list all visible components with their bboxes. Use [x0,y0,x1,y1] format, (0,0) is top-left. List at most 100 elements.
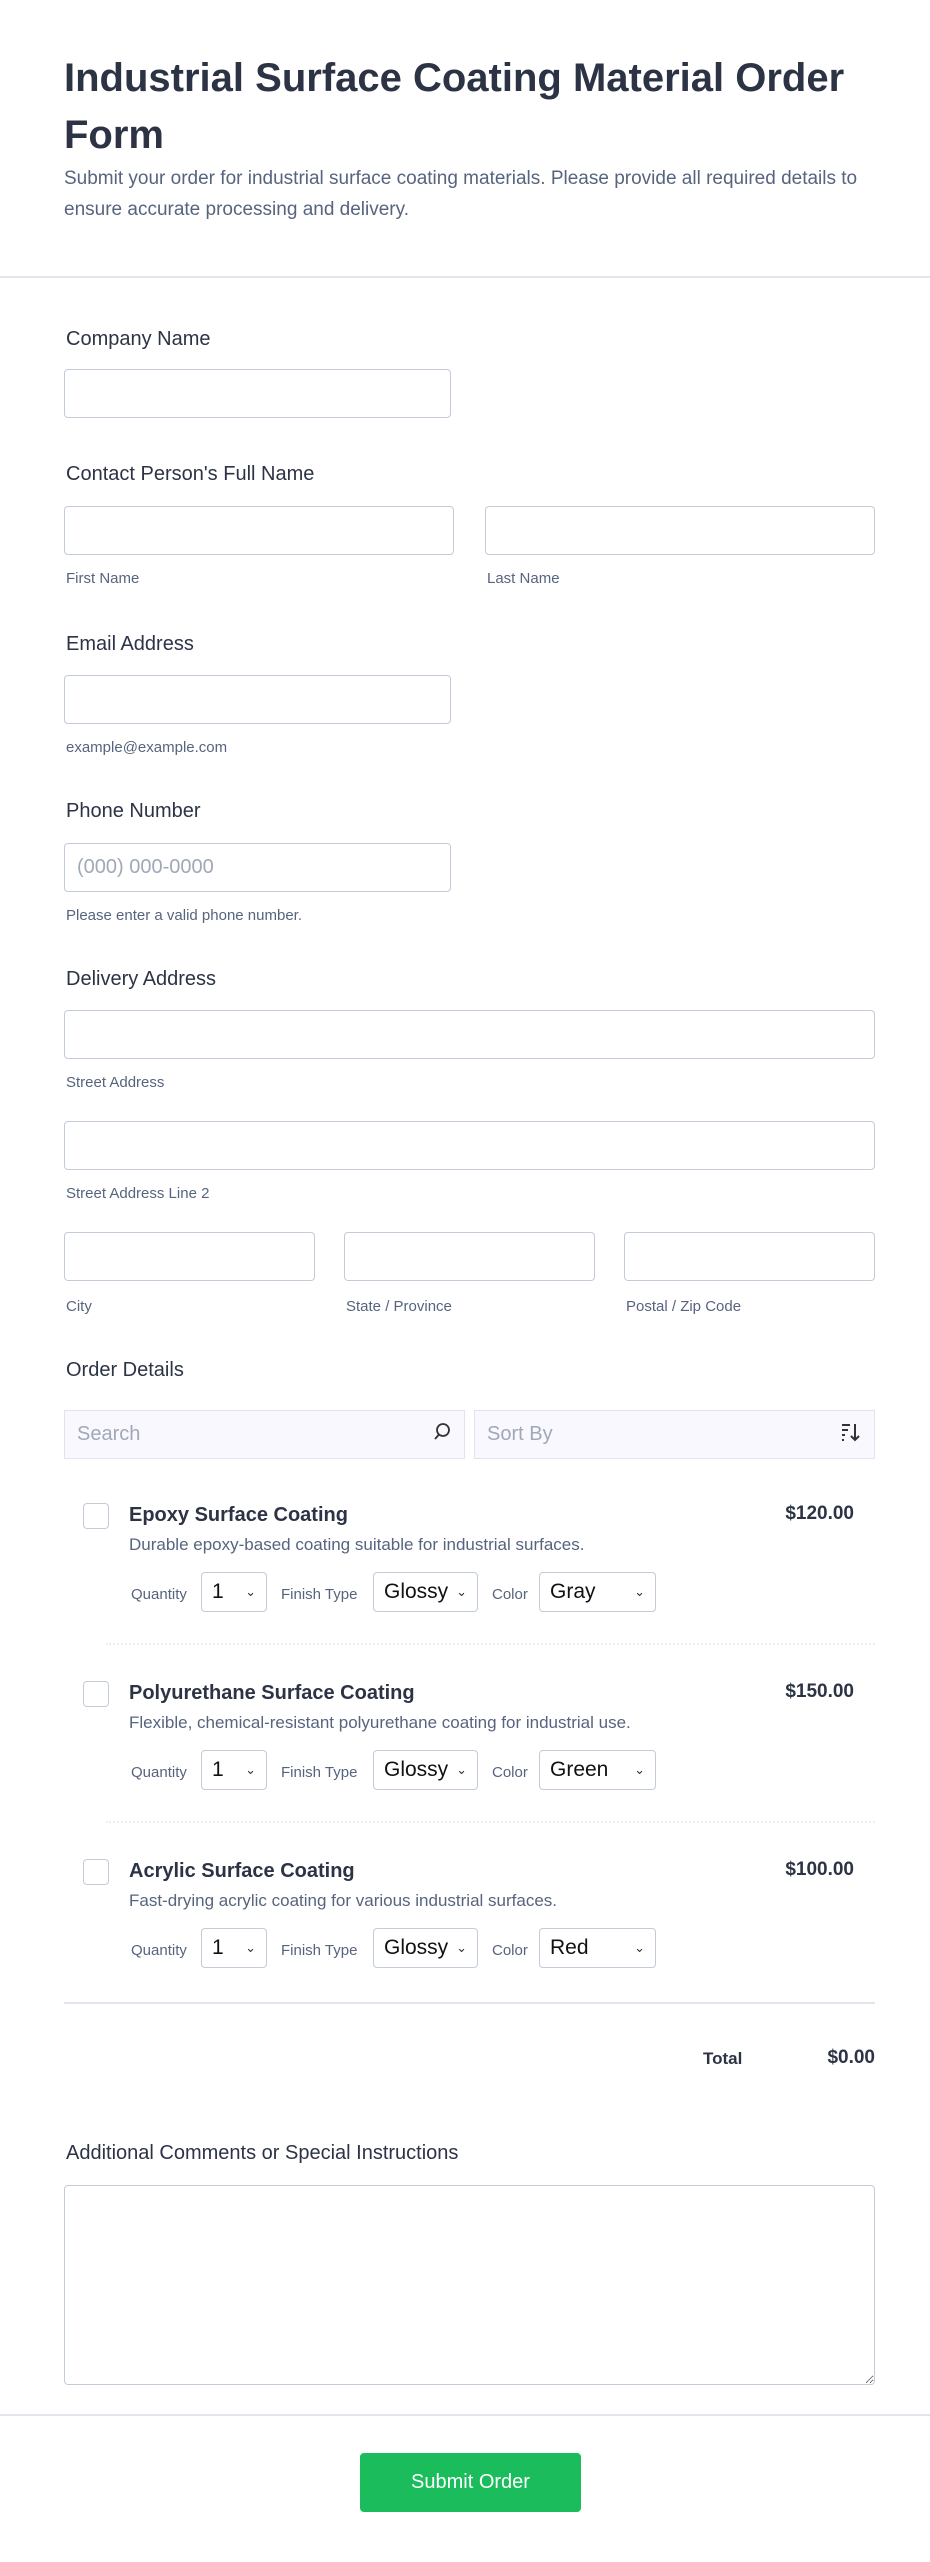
email-sublabel: example@example.com [66,739,228,756]
submit-order-button[interactable]: Submit Order [360,2453,581,2512]
finish-type-value: Glossy [384,1580,449,1603]
finish-type-label: Finish Type [281,1942,358,1959]
contact-name-label: Contact Person's Full Name [66,463,315,485]
first-name-sublabel: First Name [66,570,140,587]
product-description: Fast-drying acrylic coating for various … [129,1891,557,1910]
comments-label: Additional Comments or Special Instructi… [66,2142,459,2164]
state-sublabel: State / Province [346,1298,452,1315]
quantity-select[interactable]: 1 ⌄ [201,1572,267,1612]
email-field[interactable] [64,675,451,724]
last-name-sublabel: Last Name [487,570,560,587]
last-name-field[interactable] [485,506,875,555]
product-checkbox[interactable] [83,1503,109,1529]
email-input[interactable] [65,676,450,723]
street-address-2-sublabel: Street Address Line 2 [66,1185,210,1202]
street-address-field[interactable] [64,1010,875,1059]
product-checkbox[interactable] [83,1681,109,1707]
first-name-field[interactable] [64,506,454,555]
first-name-input[interactable] [65,507,453,554]
sort-icon [840,1421,862,1449]
total-value: $0.00 [827,2047,875,2068]
finish-type-label: Finish Type [281,1586,358,1603]
quantity-select[interactable]: 1 ⌄ [201,1750,267,1790]
color-label: Color [492,1942,528,1959]
street-address-sublabel: Street Address [66,1074,165,1091]
chevron-down-icon: ⌄ [245,1940,256,1955]
city-input[interactable] [65,1233,314,1280]
quantity-label: Quantity [131,1586,187,1603]
product-name: Acrylic Surface Coating [129,1860,355,1882]
street-address-2-input[interactable] [65,1122,874,1169]
quantity-value: 1 [212,1580,224,1603]
chevron-down-icon: ⌄ [456,1940,467,1955]
product-name: Polyurethane Surface Coating [129,1682,415,1704]
page-description: Submit your order for industrial surface… [64,168,858,220]
chevron-down-icon: ⌄ [456,1584,467,1599]
header-divider [0,276,930,278]
chevron-down-icon: ⌄ [634,1762,645,1777]
color-value: Gray [550,1580,596,1603]
chevron-down-icon: ⌄ [245,1584,256,1599]
color-label: Color [492,1586,528,1603]
search-placeholder: Search [77,1423,141,1445]
phone-label: Phone Number [66,800,201,822]
chevron-down-icon: ⌄ [634,1584,645,1599]
color-select[interactable]: Gray ⌄ [539,1572,656,1612]
chevron-down-icon: ⌄ [245,1762,256,1777]
phone-sublabel: Please enter a valid phone number. [66,907,302,924]
product-name: Epoxy Surface Coating [129,1504,348,1526]
product-search-input[interactable]: Search [64,1410,465,1459]
product-checkbox[interactable] [83,1859,109,1885]
city-field[interactable] [64,1232,315,1281]
quantity-value: 1 [212,1936,224,1959]
color-value: Green [550,1758,609,1781]
quantity-select[interactable]: 1 ⌄ [201,1928,267,1968]
company-name-input[interactable] [65,370,450,417]
total-label: Total [703,2049,743,2068]
finish-type-value: Glossy [384,1936,449,1959]
email-label: Email Address [66,633,194,655]
quantity-value: 1 [212,1758,224,1781]
delivery-address-label: Delivery Address [66,968,217,990]
company-name-label: Company Name [66,328,211,350]
street-address-input[interactable] [65,1011,874,1058]
phone-input[interactable] [65,844,450,891]
page-title: Industrial Surface Coating Material Orde… [64,56,845,157]
company-name-field[interactable] [64,369,451,418]
last-name-input[interactable] [486,507,874,554]
finish-type-value: Glossy [384,1758,449,1781]
comments-textarea[interactable] [64,2185,875,2385]
product-price: $150.00 [785,1681,854,1702]
quantity-label: Quantity [131,1942,187,1959]
finish-type-select[interactable]: Glossy ⌄ [373,1572,478,1612]
product-description: Durable epoxy-based coating suitable for… [129,1535,585,1554]
state-input[interactable] [345,1233,594,1280]
finish-type-label: Finish Type [281,1764,358,1781]
state-field[interactable] [344,1232,595,1281]
zip-field[interactable] [624,1232,875,1281]
finish-type-select[interactable]: Glossy ⌄ [373,1750,478,1790]
search-icon[interactable] [432,1422,452,1448]
chevron-down-icon: ⌄ [634,1940,645,1955]
street-address-2-field[interactable] [64,1121,875,1170]
sort-by-dropdown[interactable]: Sort By [474,1410,875,1459]
color-select[interactable]: Red ⌄ [539,1928,656,1968]
footer-divider [0,2414,930,2416]
finish-type-select[interactable]: Glossy ⌄ [373,1928,478,1968]
color-select[interactable]: Green ⌄ [539,1750,656,1790]
product-description: Flexible, chemical-resistant polyurethan… [129,1713,631,1732]
chevron-down-icon: ⌄ [456,1762,467,1777]
products-divider [64,2002,875,2004]
phone-field[interactable] [64,843,451,892]
product-separator [106,1821,875,1823]
quantity-label: Quantity [131,1764,187,1781]
color-value: Red [550,1936,589,1959]
zip-sublabel: Postal / Zip Code [626,1298,742,1315]
color-label: Color [492,1764,528,1781]
sort-by-label: Sort By [487,1423,553,1445]
order-details-label: Order Details [66,1359,184,1381]
product-separator [106,1643,875,1645]
city-sublabel: City [66,1298,92,1315]
product-price: $100.00 [785,1859,854,1880]
zip-input[interactable] [625,1233,874,1280]
